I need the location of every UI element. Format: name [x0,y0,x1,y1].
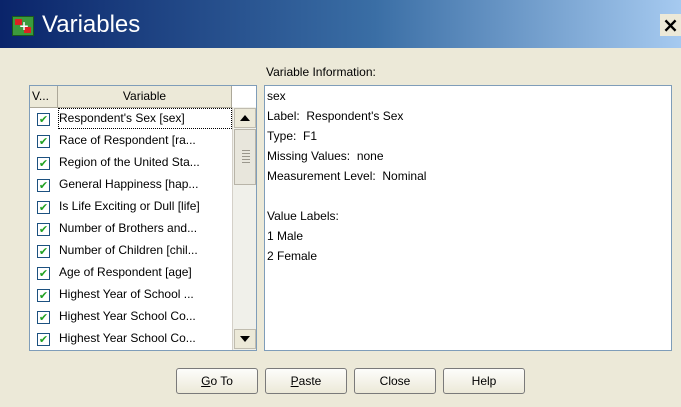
scroll-up-arrow-icon [240,115,250,121]
variable-row[interactable]: ✔ Highest Year School Co... [30,328,232,350]
info-line: Type: F1 [267,129,318,143]
checkmark-icon[interactable]: ✔ [37,157,50,170]
checkmark-icon[interactable]: ✔ [37,333,50,346]
paste-button[interactable]: Paste [265,368,347,394]
variable-row[interactable]: ✔ Number of Brothers and... [30,218,232,240]
variable-list[interactable]: V... Variable ✔ Respondent's Sex [sex] ✔ Ra… [29,85,257,351]
checkmark-icon[interactable]: ✔ [37,135,50,148]
info-line: Missing Values: none [267,149,384,163]
paste-label: aste [298,374,322,388]
column-header-variable[interactable]: Variable [58,86,232,107]
list-scrollbar[interactable] [232,107,256,350]
variable-row[interactable]: ✔ Respondent's Sex [sex] [30,108,232,130]
checkmark-icon[interactable]: ✔ [37,267,50,280]
help-button[interactable]: Help [443,368,525,394]
info-line: 1 Male [267,229,304,243]
variable-row-label: Highest Year of School ... [59,287,194,301]
scroll-thumb[interactable] [234,129,256,185]
variable-row[interactable]: ✔ General Happiness [hap... [30,174,232,196]
variable-row[interactable]: ✔ Age of Respondent [age] [30,262,232,284]
scroll-down-button[interactable] [234,329,256,349]
info-line: 2 Female [267,249,318,263]
info-line: Measurement Level: Nominal [267,169,427,183]
info-line: Value Labels: [267,209,339,223]
variable-information-panel: sex Label: Respondent's Sex Type: F1 Missin… [264,85,672,351]
checkmark-icon[interactable]: ✔ [37,245,50,258]
info-line: Label: Respondent's Sex [267,109,404,123]
checkmark-icon[interactable]: ✔ [37,223,50,236]
checkmark-icon[interactable]: ✔ [37,201,50,214]
window-title: Variables [42,11,141,38]
spss-data-grid-icon: + [12,16,34,36]
variable-row-label: Region of the United Sta... [59,155,200,169]
variable-row-label: Is Life Exciting or Dull [life] [59,199,200,213]
checkmark-icon[interactable]: ✔ [37,311,50,324]
variable-row-label: Highest Year School Co... [59,331,196,345]
variable-row[interactable]: ✔ Region of the United Sta... [30,152,232,174]
scroll-up-button[interactable] [234,108,256,128]
variable-row-label: General Happiness [hap... [59,177,199,191]
variable-row-label: Number of Children [chil... [59,243,198,257]
column-header-visible[interactable]: V... [30,86,58,107]
close-button[interactable]: Close [354,368,436,394]
title-bar: + Variables × [0,0,681,48]
go-to-label: o To [210,374,233,388]
variable-row-label: Number of Brothers and... [59,221,198,235]
checkmark-icon[interactable]: ✔ [37,179,50,192]
variable-information-label: Variable Information: [266,65,376,79]
variable-row[interactable]: ✔ Race of Respondent [ra... [30,130,232,152]
paste-mnemonic: P [290,374,299,388]
scroll-down-arrow-icon [240,336,250,342]
variable-row[interactable]: ✔ Is Life Exciting or Dull [life] [30,196,232,218]
variable-rows: ✔ Respondent's Sex [sex] ✔ Race of Responde… [30,108,232,350]
variable-row[interactable]: ✔ Highest Year of School ... [30,284,232,306]
variable-row-label: Highest Year School Co... [59,309,196,323]
variable-row[interactable]: ✔ Highest Year School Co... [30,306,232,328]
go-to-button[interactable]: Go To [176,368,258,394]
variable-row-label: Respondent's Sex [sex] [58,108,232,129]
variable-row-label: Age of Respondent [age] [59,265,192,279]
info-line: sex [267,89,286,103]
list-header: V... Variable [30,86,232,108]
close-icon[interactable]: × [660,14,681,36]
checkmark-icon[interactable]: ✔ [37,113,50,126]
variable-row[interactable]: ✔ Number of Children [chil... [30,240,232,262]
checkmark-icon[interactable]: ✔ [37,289,50,302]
variable-row-label: Race of Respondent [ra... [59,133,196,147]
